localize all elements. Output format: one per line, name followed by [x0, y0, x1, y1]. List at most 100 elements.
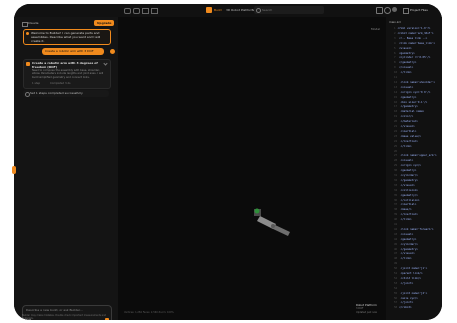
files-panel-icon[interactable] [403, 8, 409, 14]
line-number: 50 [394, 267, 398, 271]
upgrade-button[interactable]: Upgrade [94, 20, 114, 26]
measure-icon[interactable] [151, 8, 158, 14]
code-text: </link> [399, 218, 412, 222]
code-text: <geometry/> [399, 193, 418, 197]
code-text: <origin xyz/> [399, 164, 421, 168]
code-text: <visual> [399, 232, 414, 236]
progress-row: Set 1 steps completed successfully [23, 90, 109, 97]
step-icon [26, 62, 30, 66]
code-text: </visual> [399, 125, 415, 128]
line-number: 6 [394, 51, 396, 55]
line-number: 40 [394, 218, 398, 222]
line-number: 52 [394, 276, 398, 280]
code-line: 1 <?xml version='1.0'?> [394, 27, 430, 30]
code-line: 15 <geometry> [394, 96, 416, 99]
project-title[interactable]: 3D Robot Platform [226, 7, 253, 13]
code-line: 40 </link> [394, 218, 412, 221]
code-text: <link name='upper_arm'> [399, 154, 437, 158]
code-line: 35 <geometry/> [394, 194, 418, 197]
line-number: 36 [394, 198, 398, 202]
code-line: 22 <inertial> [394, 130, 416, 133]
code-line: 14 <origin xyz='0 0'/> [394, 91, 430, 94]
code-text: <link name='shoulder'> [399, 80, 436, 84]
3d-viewport[interactable]: Model Vertices: 1,284 Faces: 2,560 Zoom:… [118, 17, 387, 320]
code-text: <robot name='arm_3dof'> [397, 31, 434, 35]
line-number: 58 [394, 306, 398, 310]
code-text: <geometry> [399, 95, 417, 99]
progress-text: Set 1 steps completed successfully [30, 91, 83, 95]
settings-icon[interactable] [384, 7, 391, 14]
line-number: 47 [394, 252, 398, 256]
brand-name: Build [214, 8, 222, 12]
files-header: Project Files [410, 8, 428, 12]
line-number: 51 [394, 272, 398, 275]
search-box[interactable]: Search [254, 6, 324, 14]
line-number: 16 [394, 100, 398, 104]
line-number: 22 [394, 129, 398, 133]
line-number: 44 [394, 237, 398, 241]
code-text: <origin xyz='0 0'/> [399, 90, 431, 94]
line-number: 24 [394, 139, 398, 143]
code-text: <geometry> [399, 237, 417, 241]
line-number: 13 [394, 85, 398, 89]
code-line: 48 </link> [394, 257, 412, 260]
panel-resize-handle[interactable] [12, 166, 16, 174]
line-number: 18 [394, 110, 398, 114]
code-line: 58 </robot> [394, 306, 412, 309]
code-editor[interactable]: 1 <?xml version='1.0'?> 2 <robot name='arm_… [386, 27, 442, 317]
code-text: </visual> [397, 66, 414, 70]
code-text: <box size='0.1'/> [399, 100, 428, 104]
user-icon[interactable] [392, 7, 397, 12]
step-title: Create a robotic arm with 3 degrees of f… [32, 61, 98, 69]
step-description: Need to compose the assembly with base, … [32, 69, 104, 79]
code-text: </inertial> [399, 139, 418, 143]
line-number: 19 [394, 115, 398, 119]
file-tab[interactable]: main.kcl [389, 19, 401, 25]
code-line: 23 <mass value/> [394, 135, 421, 138]
code-line: 9 </visual> [394, 66, 413, 69]
code-text: </link> [399, 71, 412, 75]
code-text: </material> [399, 120, 418, 124]
redo-icon[interactable] [133, 8, 140, 14]
line-number: 43 [394, 232, 398, 236]
line-number: 25 [394, 144, 398, 148]
app-window: Build 3D Robot Platform Share Search Pro… [14, 4, 442, 320]
layout-icon[interactable] [376, 7, 383, 14]
code-text: </geometry> [399, 247, 418, 251]
chevron-icon[interactable] [103, 61, 108, 66]
line-number: 3 [394, 36, 396, 40]
robot-arm-model[interactable] [246, 202, 296, 242]
viewport-mode-label: Model [370, 27, 380, 31]
code-text: <cylinder/> [399, 174, 418, 177]
step-card[interactable]: Create a robotic arm with 3 degrees of f… [23, 59, 111, 89]
grid-icon[interactable] [142, 8, 149, 14]
code-text: <visual> [397, 46, 412, 50]
code-line: 24 </inertial> [394, 140, 418, 143]
code-line: 28 <visual> [394, 159, 413, 162]
code-text: <geometry> [399, 169, 417, 173]
code-line: 54 [394, 287, 399, 290]
code-line: 31 <cylinder/> [394, 174, 418, 177]
code-text: </collision> [399, 198, 420, 202]
code-line: 3 <!-- Base link --> [394, 37, 427, 40]
model-selector[interactable]: Claude [28, 20, 38, 26]
line-number: 20 [394, 120, 398, 124]
line-number: 41 [394, 223, 398, 226]
line-number: 12 [394, 80, 398, 84]
line-number: 35 [394, 193, 398, 197]
undo-icon[interactable] [124, 8, 131, 14]
code-text: <child link/> [399, 276, 421, 280]
line-number: 38 [394, 208, 398, 212]
code-text: <inertial> [399, 129, 417, 133]
code-line: 4 <link name='base_link'> [394, 42, 435, 45]
line-number: 34 [394, 188, 398, 192]
code-text: </geometry> [399, 178, 418, 182]
code-line: 20 </material> [394, 120, 418, 123]
suggestion-chip[interactable]: Create a robotic arm with 3 DOF [42, 48, 104, 55]
code-text: <visual> [399, 85, 414, 89]
code-line: 21 </visual> [394, 125, 415, 128]
code-line: 46 </geometry> [394, 248, 418, 251]
upgrade-label: Upgrade [97, 21, 112, 25]
line-number: 45 [394, 242, 398, 246]
line-number: 53 [394, 281, 398, 285]
